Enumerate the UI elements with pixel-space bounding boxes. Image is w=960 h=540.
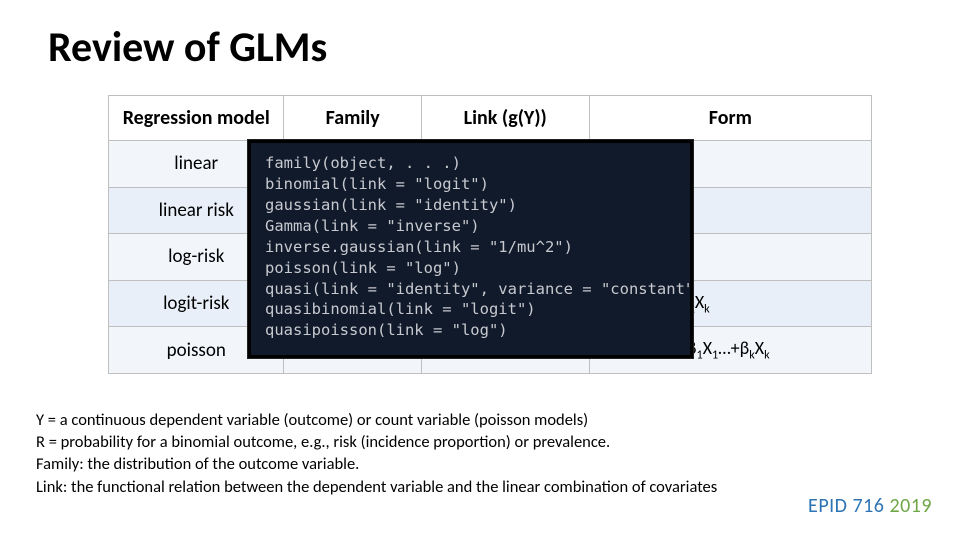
th-model: Regression model — [109, 96, 284, 141]
table-container: Regression model Family Link (g(Y)) Form… — [108, 95, 872, 374]
code-line: quasibinomial(link = "logit") — [265, 299, 676, 320]
th-family: Family — [284, 96, 421, 141]
page-title: Review of GLMs — [48, 22, 912, 73]
footer-year: 2019 — [889, 494, 932, 518]
slide: Review of GLMs Regression model Family L… — [0, 0, 960, 540]
code-line: binomial(link = "logit") — [265, 174, 676, 195]
code-line: inverse.gaussian(link = "1/mu^2") — [265, 237, 676, 258]
note-line: Y = a continuous dependent variable (out… — [36, 409, 717, 431]
note-line: Family: the distribution of the outcome … — [36, 453, 717, 475]
footnotes: Y = a continuous dependent variable (out… — [36, 409, 717, 498]
footer: EPID 716 2019 — [808, 494, 932, 518]
code-overlay: family(object, . . .) binomial(link = "l… — [248, 140, 693, 358]
code-line: poisson(link = "log") — [265, 258, 676, 279]
code-line: family(object, . . .) — [265, 153, 676, 174]
code-line: quasi(link = "identity", variance = "con… — [265, 279, 676, 300]
note-line: R = probability for a binomial outcome, … — [36, 431, 717, 453]
footer-course: EPID 716 — [808, 494, 884, 518]
code-line: quasipoisson(link = "log") — [265, 320, 676, 341]
code-line: gaussian(link = "identity") — [265, 195, 676, 216]
table-header-row: Regression model Family Link (g(Y)) Form — [109, 96, 872, 141]
th-link: Link (g(Y)) — [421, 96, 589, 141]
th-form: Form — [589, 96, 871, 141]
code-line: Gamma(link = "inverse") — [265, 216, 676, 237]
note-line: Link: the functional relation between th… — [36, 476, 717, 498]
